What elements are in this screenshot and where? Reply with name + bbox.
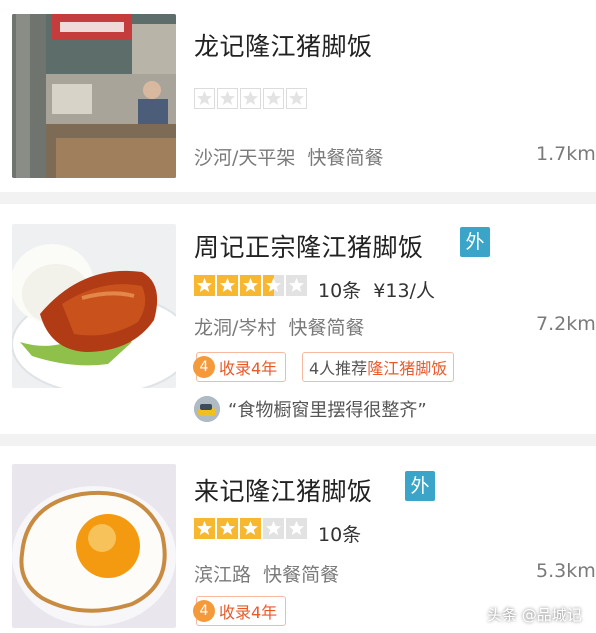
restaurant-photo[interactable] xyxy=(12,224,176,388)
badge-number: 4 xyxy=(193,600,215,622)
reviewer-avatar xyxy=(194,396,220,422)
restaurant-card[interactable]: 周记正宗隆江猪脚饭 外 10条 ¥13/人 龙洞/岑村 快餐简餐 7.2km 4… xyxy=(0,204,596,434)
star-icon xyxy=(217,88,238,109)
badge-text: 收录4年 xyxy=(219,603,278,622)
area-text: 龙洞/岑村 xyxy=(194,317,277,339)
restaurant-name[interactable]: 来记隆江猪脚饭 xyxy=(194,472,373,508)
area-text: 滨江路 xyxy=(194,564,252,586)
star-icon xyxy=(263,518,284,539)
restaurant-name[interactable]: 龙记隆江猪脚饭 xyxy=(194,27,373,63)
distance-text: 1.7km xyxy=(536,143,596,165)
restaurant-list: 龙记隆江猪脚饭 沙河/天平架 快餐简餐 1.7km 周记正宗隆江猪脚饭 外 10… xyxy=(0,0,596,633)
badge-number: 4 xyxy=(193,356,215,378)
listed-years-badge: 4 收录4年 xyxy=(193,596,287,626)
recommend-count: 4人推荐 xyxy=(309,359,368,378)
category-text: 快餐简餐 xyxy=(263,564,340,586)
review-count: 10条 xyxy=(318,524,362,546)
star-icon xyxy=(217,275,238,296)
review-price: 10条 ¥13/人 xyxy=(318,276,435,303)
area-category: 龙洞/岑村 快餐简餐 xyxy=(194,313,365,340)
review-quote: “食物橱窗里摆得很整齐” xyxy=(228,400,427,421)
restaurant-card[interactable]: 龙记隆江猪脚饭 沙河/天平架 快餐简餐 1.7km xyxy=(0,0,596,192)
recommend-badge[interactable]: 4人推荐 隆江猪脚饭 xyxy=(302,352,455,382)
star-icon xyxy=(194,275,215,296)
star-icon xyxy=(286,88,307,109)
review-count: 10条 xyxy=(318,280,362,302)
takeout-tag: 外 xyxy=(460,227,490,257)
review-snippet[interactable]: “食物橱窗里摆得很整齐” xyxy=(194,396,427,422)
star-icon xyxy=(194,518,215,539)
area-text: 沙河/天平架 xyxy=(194,147,296,169)
badge-text: 收录4年 xyxy=(219,359,278,378)
star-icon xyxy=(286,518,307,539)
category-text: 快餐简餐 xyxy=(288,317,365,339)
area-category: 滨江路 快餐简餐 xyxy=(194,560,339,587)
listed-years-badge: 4 收录4年 xyxy=(193,352,287,382)
star-icon xyxy=(240,88,261,109)
star-icon xyxy=(263,275,284,296)
category-text: 快餐简餐 xyxy=(307,147,384,169)
restaurant-photo[interactable] xyxy=(12,14,176,178)
watermark-text: 头条 @品城记 xyxy=(487,606,582,624)
restaurant-name[interactable]: 周记正宗隆江猪脚饭 xyxy=(194,228,424,264)
rating-stars xyxy=(194,518,307,540)
star-icon xyxy=(240,275,261,296)
avg-price: ¥13/人 xyxy=(373,280,435,302)
star-icon xyxy=(263,88,284,109)
rating-stars xyxy=(194,275,307,297)
recommend-dish: 隆江猪脚饭 xyxy=(367,359,448,378)
rating-stars xyxy=(194,88,307,110)
star-icon xyxy=(194,88,215,109)
takeout-tag: 外 xyxy=(405,471,435,501)
area-category: 沙河/天平架 快餐简餐 xyxy=(194,143,384,170)
star-icon xyxy=(217,518,238,539)
restaurant-photo[interactable] xyxy=(12,464,176,628)
star-icon xyxy=(286,275,307,296)
distance-text: 5.3km xyxy=(536,560,596,582)
distance-text: 7.2km xyxy=(536,313,596,335)
star-icon xyxy=(240,518,261,539)
